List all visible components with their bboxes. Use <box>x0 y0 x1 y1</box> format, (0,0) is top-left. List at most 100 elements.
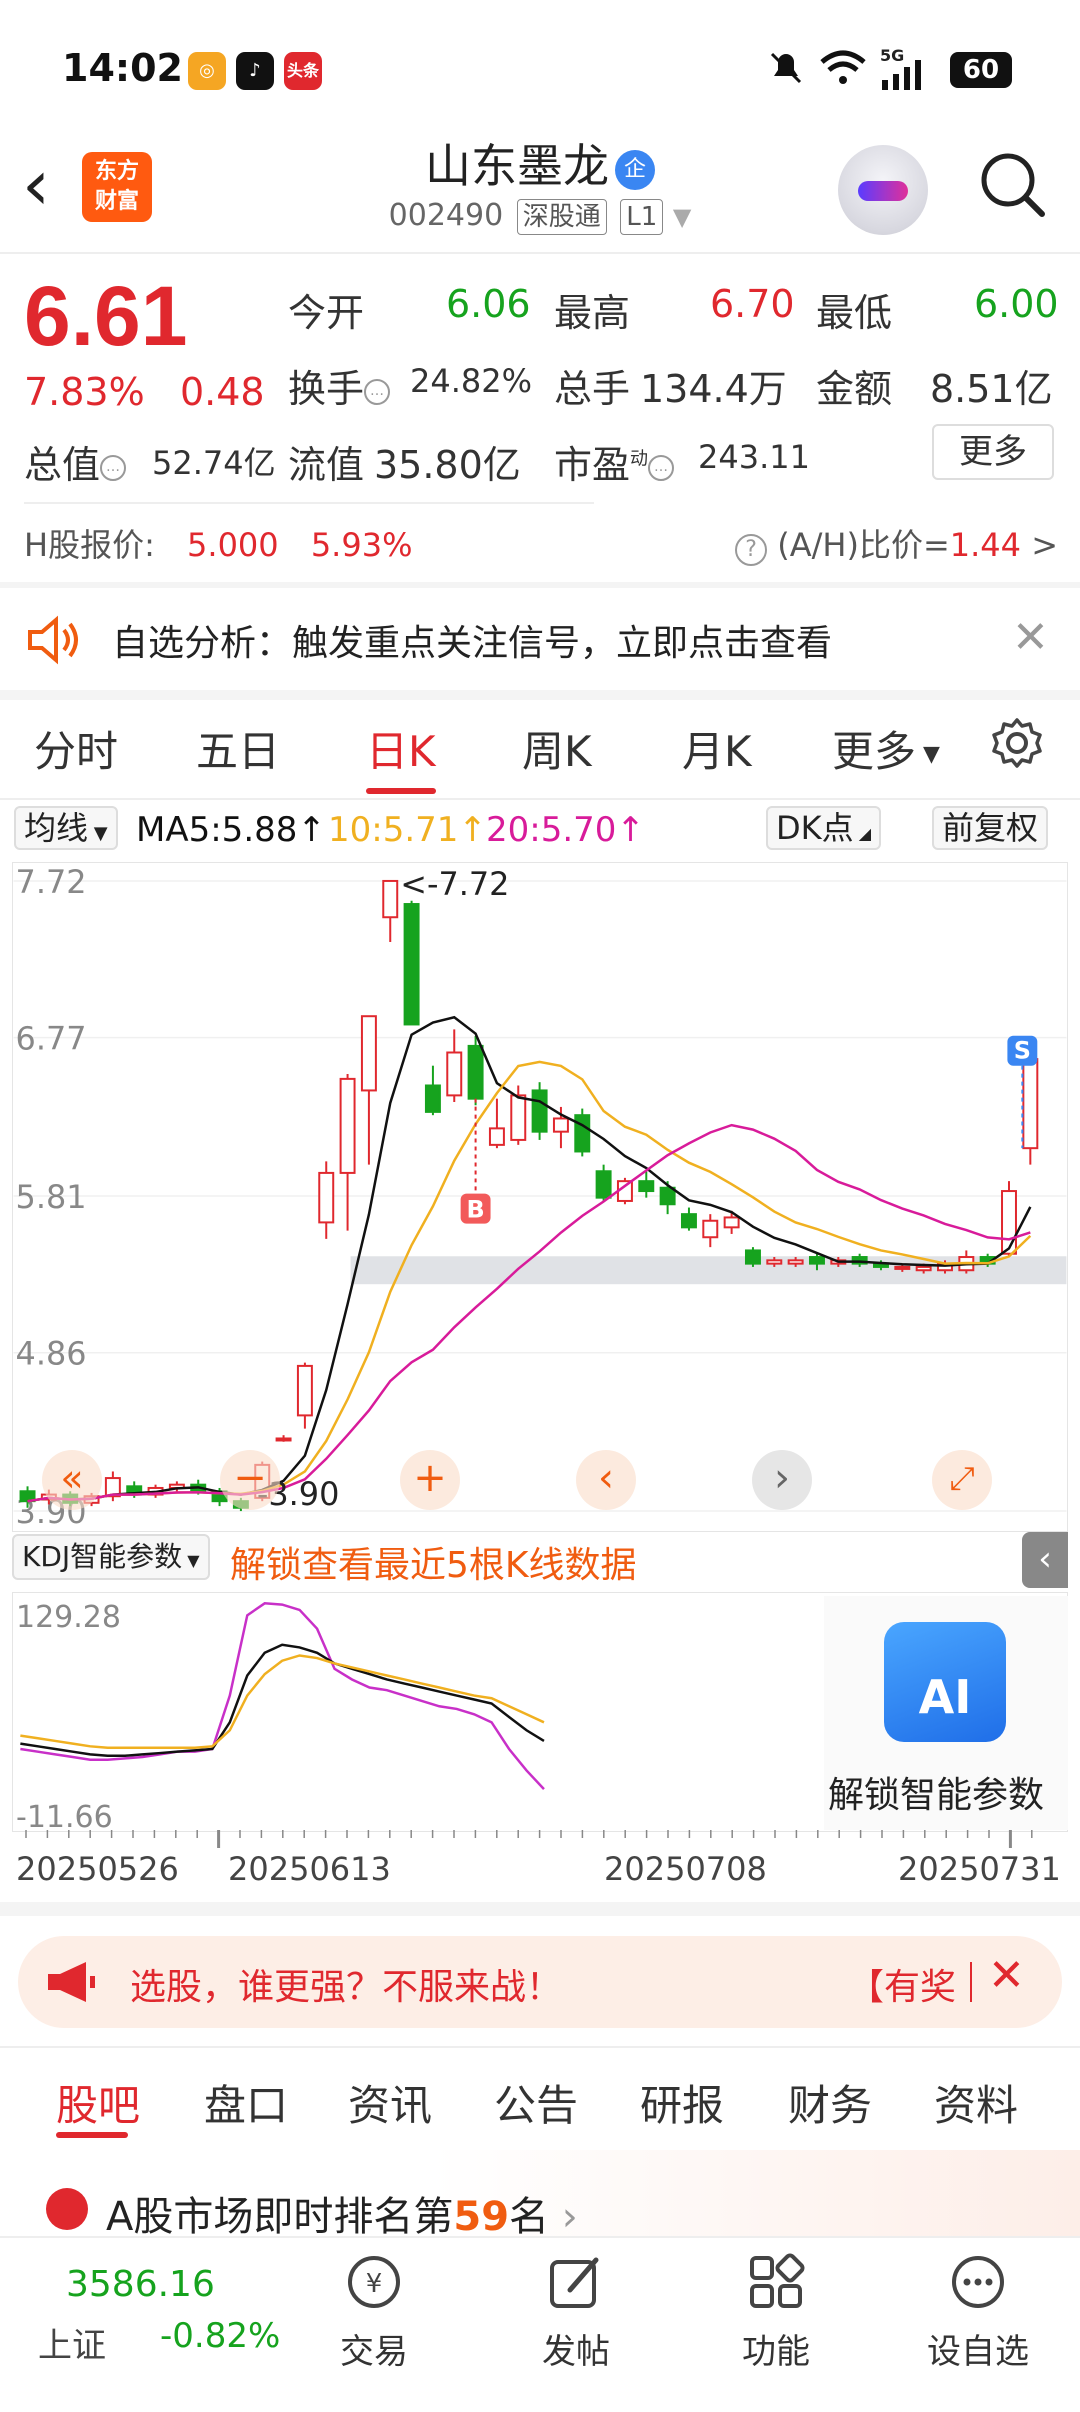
svg-text:¥: ¥ <box>366 2269 383 2299</box>
scroll-left-fast-button[interactable]: « <box>42 1450 102 1510</box>
ma20-line <box>27 1123 1031 1503</box>
tab-orderbook[interactable]: 盘口 <box>204 2072 288 2133</box>
candle-body <box>318 1171 335 1224</box>
candle-body <box>744 1249 761 1265</box>
adjust-selector[interactable]: 前复权 <box>932 806 1049 850</box>
dk-point-selector[interactable]: DK点 ◢ <box>766 806 882 850</box>
zoom-in-button[interactable]: + <box>400 1450 460 1510</box>
max-price-label: <-7.72 <box>400 865 509 903</box>
tab-monthly-k[interactable]: 月K <box>682 718 752 779</box>
promo-text[interactable]: 选股，谁更强？不服来战！ <box>130 1958 562 2010</box>
tab-weekly-k[interactable]: 周K <box>522 718 592 779</box>
functions-icon[interactable] <box>746 2252 806 2312</box>
mktcap-label: 总值… <box>24 434 127 489</box>
h-share-pct: 5.93% <box>310 526 413 564</box>
stock-name: 山东墨龙 <box>425 139 609 193</box>
time-axis-ticks <box>25 1830 1033 1848</box>
nav-add-watchlist[interactable]: 设自选 <box>922 2324 1034 2373</box>
nav-post[interactable]: 发帖 <box>536 2324 616 2373</box>
candle-body <box>808 1256 825 1265</box>
candle-body <box>446 1051 463 1097</box>
candle-body <box>488 1127 505 1146</box>
candle-body <box>403 903 420 1026</box>
market-rank-text[interactable]: A股市场即时排名第59名 › <box>106 2184 578 2242</box>
search-icon[interactable] <box>978 150 1048 220</box>
candle-body <box>702 1219 719 1239</box>
ah-ratio[interactable]: ? (A/H)比价=1.44 > <box>735 520 1058 566</box>
h-share-quote[interactable]: H股报价: 5.000 5.93% <box>24 520 412 566</box>
promo-reward[interactable]: 【有奖 <box>848 1958 956 2010</box>
candle-body <box>638 1180 655 1193</box>
kline-grid: 7.726.775.814.863.90 <box>13 863 1067 1531</box>
nav-trade[interactable]: 交易 <box>334 2324 414 2373</box>
candle-body <box>595 1170 612 1199</box>
h-share-label: H股报价: <box>24 526 155 564</box>
tab-intraday[interactable]: 分时 <box>34 718 118 779</box>
tab-news[interactable]: 资讯 <box>348 2072 432 2133</box>
tab-profile[interactable]: 资料 <box>934 2072 1018 2133</box>
y-tick-label: 7.72 <box>16 863 87 901</box>
open-value: 6.06 <box>446 282 531 326</box>
candle-body <box>382 879 399 919</box>
ai-unlock-text[interactable]: 解锁智能参数 <box>828 1766 1044 1818</box>
kline-chart[interactable]: 7.726.775.814.863.90 <-7.72-3.90BS <box>12 862 1068 1532</box>
buy-marker-label: B <box>466 1196 484 1224</box>
nav-functions[interactable]: 功能 <box>736 2324 816 2373</box>
candle-body <box>275 1437 292 1442</box>
ma20-value: 20:5.70↑ <box>486 810 645 850</box>
collapse-panel-button[interactable]: ‹ <box>1022 1532 1068 1588</box>
kdj-selector[interactable]: KDJ智能参数 ▼ <box>12 1534 210 1580</box>
y-tick-label: 4.86 <box>16 1335 87 1373</box>
tab-more[interactable]: 更多 ▼ <box>832 718 940 779</box>
tab-announcements[interactable]: 公告 <box>494 2072 578 2133</box>
h-share-price: 5.000 <box>187 526 279 564</box>
turnover-value: 24.82% <box>410 362 533 400</box>
kdj-line <box>20 1654 545 1749</box>
candle-body <box>680 1213 697 1229</box>
active-tab-indicator <box>56 2132 128 2138</box>
tab-guba[interactable]: 股吧 <box>56 2072 140 2133</box>
more-dots-icon[interactable] <box>948 2252 1008 2312</box>
candle-body <box>1022 1058 1039 1150</box>
post-icon[interactable] <box>546 2252 606 2312</box>
change-amount: 0.48 <box>180 370 265 414</box>
candle-body <box>659 1186 676 1206</box>
candle-body <box>723 1216 740 1229</box>
volume-label: 总手 <box>554 367 631 411</box>
ai-icon[interactable]: AI <box>884 1622 1006 1742</box>
banner-text[interactable]: 自选分析：触发重点关注信号，立即点击查看 <box>112 614 832 666</box>
close-icon[interactable]: ✕ <box>988 1950 1025 2001</box>
ah-ratio-value: 1.44 <box>949 526 1022 564</box>
tab-research[interactable]: 研报 <box>640 2072 724 2133</box>
scroll-right-button[interactable]: › <box>752 1450 812 1510</box>
status-bar: 14:02 ◎ ♪ 头条 5G 60 <box>0 0 1080 140</box>
wifi-icon <box>820 50 866 84</box>
date-label: 20250526 <box>16 1850 179 1888</box>
assistant-robot-avatar[interactable] <box>838 145 928 235</box>
index-change[interactable]: -0.82% <box>160 2316 280 2356</box>
candle-body <box>894 1265 911 1270</box>
date-label: 20250731 <box>898 1850 1061 1888</box>
tab-finance[interactable]: 财务 <box>788 2072 872 2133</box>
change-percent: 7.83% <box>24 370 145 414</box>
status-time: 14:02 <box>62 46 183 90</box>
trade-icon[interactable]: ¥ <box>344 2252 404 2312</box>
fullscreen-icon[interactable]: ⤢ <box>932 1450 992 1510</box>
indicator-selector[interactable]: 均线 ▼ <box>14 806 118 850</box>
zoom-out-button[interactable]: − <box>220 1450 280 1510</box>
tab-five-day[interactable]: 五日 <box>196 718 280 779</box>
float-value: 35.80亿 <box>374 443 521 487</box>
tab-daily-k[interactable]: 日K <box>366 718 436 779</box>
more-quote-button[interactable]: 更多 <box>932 424 1054 480</box>
kdj-unlock-link[interactable]: 解锁查看最近5根K线数据 <box>230 1536 637 1588</box>
close-icon[interactable]: ✕ <box>1012 612 1049 663</box>
candle-body <box>339 1077 356 1174</box>
pe-label: 市盈动… <box>554 434 675 489</box>
index-value[interactable]: 3586.16 <box>66 2264 215 2305</box>
scroll-left-button[interactable]: ‹ <box>576 1450 636 1510</box>
low-label: 最低 <box>816 291 893 335</box>
index-name[interactable]: 上证 <box>38 2318 106 2367</box>
open-label: 今开 <box>288 291 365 335</box>
gear-icon[interactable] <box>990 716 1044 770</box>
candle-body <box>296 1364 313 1417</box>
